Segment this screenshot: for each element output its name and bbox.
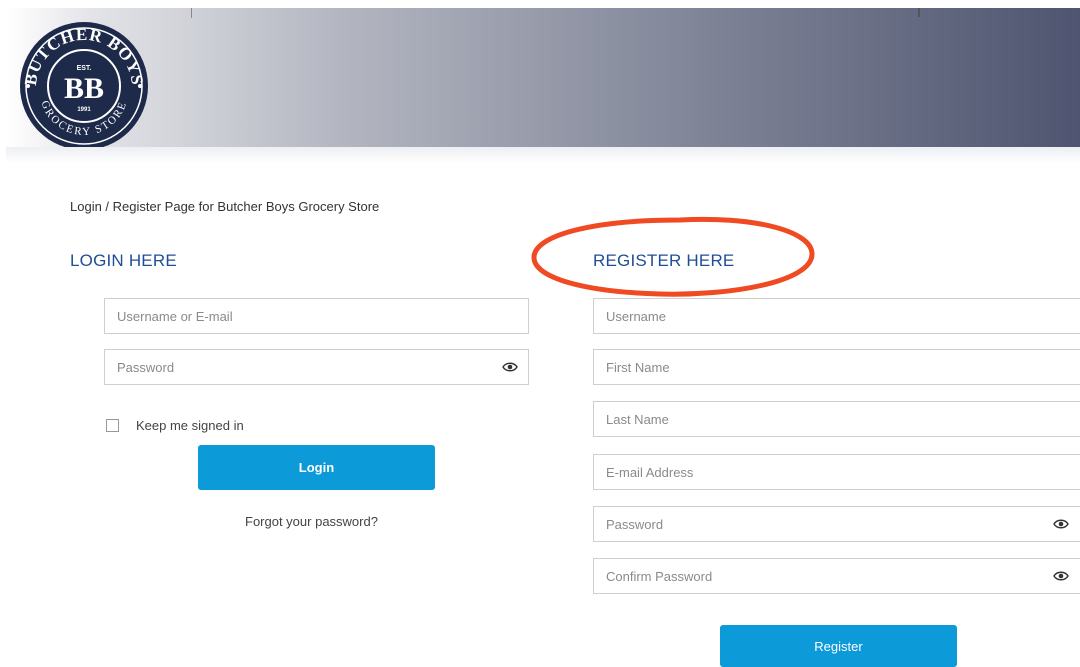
login-username-input[interactable] [105, 299, 528, 333]
logo-est-text: EST. [77, 65, 92, 72]
register-password-field[interactable] [593, 506, 1080, 542]
register-title: REGISTER HERE [593, 251, 735, 270]
header-divider [918, 8, 920, 17]
page-intro-text: Login / Register Page for Butcher Boys G… [70, 199, 380, 214]
eye-icon[interactable] [1053, 570, 1069, 582]
last-name-input[interactable] [594, 402, 1080, 436]
login-username-field[interactable] [104, 298, 529, 334]
header-shadow [6, 147, 1080, 163]
register-username-field[interactable] [593, 298, 1080, 334]
login-password-input[interactable] [105, 350, 528, 384]
eye-icon[interactable] [502, 361, 518, 373]
register-button[interactable]: Register [720, 625, 957, 667]
confirm-password-input[interactable] [594, 559, 1080, 593]
site-header: BUTCHER BOYS GROCERY STORE EST. BB 1991 [6, 8, 1080, 150]
register-confirm-password-field[interactable] [593, 558, 1080, 594]
login-title: LOGIN HERE [70, 251, 177, 270]
forgot-password-link[interactable]: Forgot your password? [245, 514, 378, 529]
logo-year-text: 1991 [77, 107, 91, 113]
butcher-boys-logo[interactable]: BUTCHER BOYS GROCERY STORE EST. BB 1991 [14, 18, 154, 154]
login-password-field[interactable] [104, 349, 529, 385]
login-button[interactable]: Login [198, 445, 435, 490]
register-password-input[interactable] [594, 507, 1080, 541]
register-first-name-field[interactable] [593, 349, 1080, 385]
logo-monogram: BB [64, 72, 104, 105]
register-last-name-field[interactable] [593, 401, 1080, 437]
register-email-field[interactable] [593, 454, 1080, 490]
keep-signed-in-label[interactable]: Keep me signed in [136, 418, 244, 433]
email-input[interactable] [594, 455, 1080, 489]
register-username-input[interactable] [594, 299, 1080, 333]
header-divider [191, 8, 192, 18]
keep-signed-in-checkbox[interactable] [106, 419, 119, 432]
eye-icon[interactable] [1053, 518, 1069, 530]
first-name-input[interactable] [594, 350, 1080, 384]
